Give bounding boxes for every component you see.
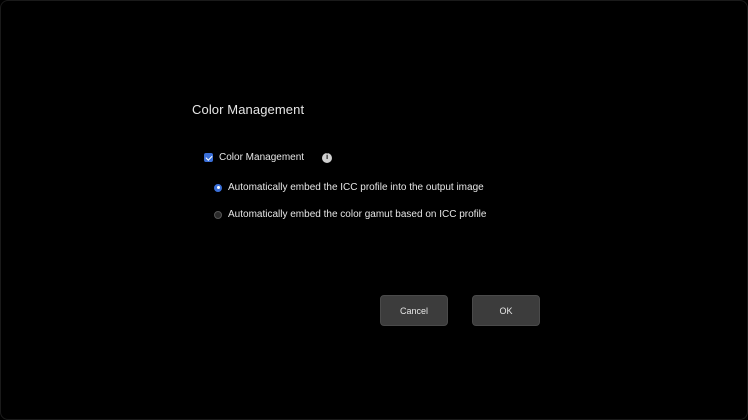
color-management-label: Color Management xyxy=(219,152,305,163)
cancel-button[interactable]: Cancel xyxy=(380,295,448,326)
color-management-checkbox-row[interactable]: Color Management i xyxy=(204,152,333,163)
dialog-window: Color Management Color Management i Auto… xyxy=(0,0,748,420)
ok-button[interactable]: OK xyxy=(472,295,540,326)
option-embed-gamut-label: Automatically embed the color gamut base… xyxy=(228,209,487,220)
option-embed-icc-label: Automatically embed the ICC profile into… xyxy=(228,182,484,193)
option-embed-icc-row[interactable]: Automatically embed the ICC profile into… xyxy=(214,182,484,193)
option-embed-gamut-radio[interactable] xyxy=(214,210,222,219)
color-management-checkbox[interactable] xyxy=(204,153,213,162)
option-embed-icc-radio[interactable] xyxy=(214,183,222,192)
option-embed-gamut-row[interactable]: Automatically embed the color gamut base… xyxy=(214,209,486,220)
dialog-title: Color Management xyxy=(192,102,305,117)
info-icon[interactable]: i xyxy=(322,152,333,163)
